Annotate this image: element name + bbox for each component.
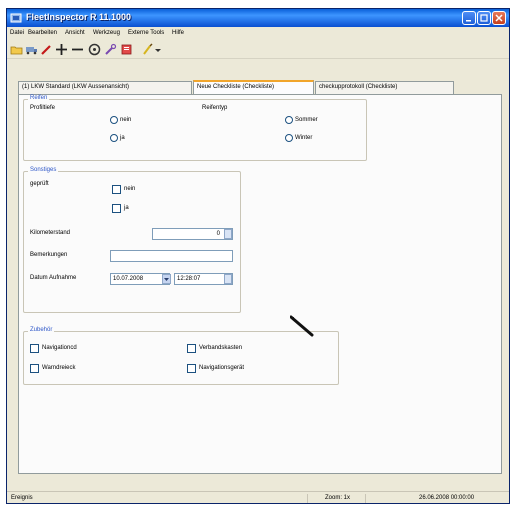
datum-aufnahme-label: Datum Aufnahme (30, 275, 77, 281)
tab-checkupprotokoll[interactable]: checkupprotokoll (Checkliste) (315, 81, 454, 94)
tool-icon[interactable] (104, 43, 117, 56)
app-icon (10, 12, 22, 24)
vehicle-icon[interactable] (25, 43, 38, 56)
close-button[interactable] (492, 11, 506, 25)
geprueft-nein-checkbox[interactable] (112, 185, 121, 194)
bemerkungen-input[interactable] (110, 250, 233, 262)
remove-icon[interactable] (71, 43, 84, 56)
window-title: FleetInspector R 11.1000 (26, 12, 132, 22)
menu-externe-tools[interactable]: Externe Tools (128, 30, 164, 36)
tab-strip: (1) LKW Standard (LKW Aussenansicht) Neu… (18, 80, 458, 95)
kilometerstand-label: Kilometerstand (30, 230, 71, 236)
navigationsgeraet-label: Navigationsgerät (199, 365, 245, 371)
geprueft-label: geprüft (30, 181, 49, 187)
menu-hilfe[interactable]: Hilfe (172, 30, 184, 36)
maximize-button[interactable] (477, 11, 491, 25)
pen-cursor-icon (289, 315, 316, 341)
status-zoom: Zoom: 1x (325, 495, 351, 501)
checklist-panel: Reifen Profiltiefe nein ja Reifentyp Som… (18, 94, 502, 474)
title-bar[interactable]: FleetInspector R 11.1000 (7, 9, 509, 27)
status-bar: Ereignis Zoom: 1x 26.06.2008 00:00:00 (7, 491, 509, 503)
geprueft-ja-label: ja (124, 205, 129, 211)
menu-bar: Datei Bearbeiten Ansicht Werkzeug Extern… (7, 27, 509, 41)
target-icon[interactable] (88, 43, 101, 56)
reifentyp-winter-label: Winter (295, 135, 313, 141)
warndreieck-checkbox[interactable] (30, 364, 39, 373)
status-separator (307, 494, 308, 503)
minimize-button[interactable] (462, 11, 476, 25)
reifentyp-sommer-label: Sommer (295, 117, 318, 123)
geprueft-ja-checkbox[interactable] (112, 204, 121, 213)
zubehoer-group-title: Zubehör (28, 327, 55, 333)
menu-ansicht[interactable]: Ansicht (65, 30, 85, 36)
tab-neue-checkliste[interactable]: Neue Checkliste (Checkliste) (193, 80, 314, 94)
status-datetime: 26.06.2008 00:00:00 (419, 495, 475, 501)
reifen-group-title: Reifen (28, 95, 50, 101)
tab-lkw-standard[interactable]: (1) LKW Standard (LKW Aussenansicht) (18, 81, 192, 94)
datum-input[interactable]: 10.07.2008 (110, 273, 170, 285)
kilometerstand-spinner[interactable] (224, 229, 232, 239)
profiltiefe-nein-label: nein (120, 117, 132, 123)
dropdown-arrow-icon[interactable] (154, 43, 162, 56)
menu-bearbeiten[interactable]: Bearbeiten (28, 30, 57, 36)
date-dropdown-icon[interactable] (162, 274, 171, 284)
add-icon[interactable] (55, 43, 68, 56)
profiltiefe-nein-radio[interactable] (110, 116, 118, 124)
menu-datei[interactable]: Datei (10, 30, 24, 36)
verbandskasten-label: Verbandskasten (199, 345, 243, 351)
verbandskasten-checkbox[interactable] (187, 344, 196, 353)
reifen-group: Reifen Profiltiefe nein ja Reifentyp Som… (23, 95, 367, 161)
navigationsgeraet-checkbox[interactable] (187, 364, 196, 373)
sonstiges-group: Sonstiges geprüft nein ja Kilometerstand… (23, 167, 241, 313)
profiltiefe-label: Profiltiefe (30, 105, 56, 111)
reifentyp-sommer-radio[interactable] (285, 116, 293, 124)
report-icon[interactable] (120, 43, 133, 56)
reifentyp-label: Reifentyp (202, 105, 228, 111)
sonstiges-group-title: Sonstiges (28, 167, 59, 173)
reifentyp-winter-radio[interactable] (285, 134, 293, 142)
status-separator (365, 494, 366, 503)
folder-icon[interactable] (10, 43, 23, 56)
toolbar (7, 41, 509, 59)
app-window: FleetInspector R 11.1000 Datei Bearbeite… (6, 8, 510, 504)
menu-werkzeug[interactable]: Werkzeug (93, 30, 120, 36)
bemerkungen-label: Bemerkungen (30, 252, 68, 258)
navigationcd-checkbox[interactable] (30, 344, 39, 353)
geprueft-nein-label: nein (124, 186, 136, 192)
kilometerstand-input[interactable]: 0 (152, 228, 233, 240)
zeit-spinner[interactable] (224, 274, 232, 284)
brush-icon[interactable] (141, 43, 154, 56)
pen-icon[interactable] (40, 43, 53, 56)
status-ereignis: Ereignis (11, 495, 33, 501)
warndreieck-label: Warndreieck (42, 365, 76, 371)
navigationcd-label: Navigationcd (42, 345, 77, 351)
profiltiefe-ja-label: ja (120, 135, 125, 141)
profiltiefe-ja-radio[interactable] (110, 134, 118, 142)
